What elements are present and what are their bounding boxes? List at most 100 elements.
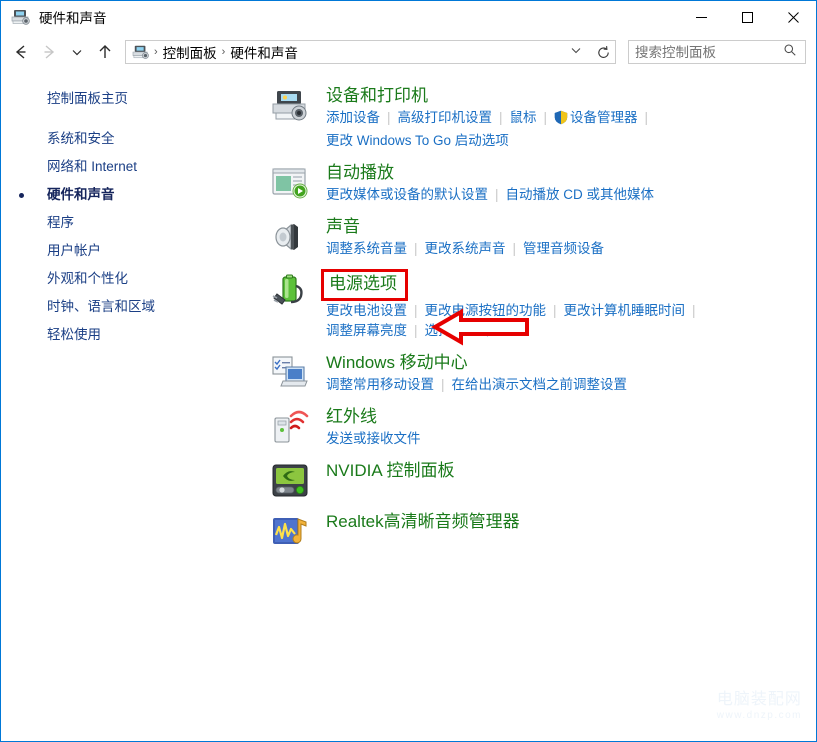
category-link[interactable]: 高级打印机设置: [398, 110, 493, 125]
navigation-bar: › 控制面板 › 硬件和声音: [1, 33, 816, 71]
category-title-row: 自动播放: [326, 161, 816, 185]
category-link[interactable]: 更改媒体或设备的默认设置: [326, 187, 488, 202]
sidebar-item-5[interactable]: 用户帐户: [1, 237, 266, 265]
category-body: 红外线发送或接收文件: [314, 405, 816, 449]
sidebar-item-8[interactable]: 轻松使用: [1, 321, 266, 349]
category-body: Windows 移动中心调整常用移动设置|在给出演示文档之前调整设置: [314, 351, 816, 395]
control-panel-window: 硬件和声音: [0, 0, 817, 742]
category-link[interactable]: 调整屏幕亮度: [326, 323, 407, 338]
category-link[interactable]: 更改计算机睡眠时间: [564, 303, 686, 318]
close-button[interactable]: [770, 1, 816, 33]
sidebar-item-control-panel-home[interactable]: 控制面板主页: [1, 85, 266, 125]
nvidia-icon[interactable]: [266, 459, 314, 500]
category-link[interactable]: 更改系统声音: [425, 241, 506, 256]
link-separator: |: [380, 110, 398, 125]
category-body: 设备和打印机添加设备|高级打印机设置|鼠标| 设备管理器| 更改 Windows …: [314, 84, 816, 151]
recent-locations-chevron-down-icon[interactable]: [63, 38, 91, 66]
category-title-devices-and-printers[interactable]: 设备和打印机: [326, 84, 428, 108]
watermark-url: www.dnzp.com: [717, 709, 802, 723]
sidebar-item-7[interactable]: 时钟、语言和区域: [1, 293, 266, 321]
link-separator: |: [407, 323, 425, 338]
category-realtek-hd-audio-manager: Realtek高清晰音频管理器: [266, 505, 816, 556]
address-chevron-down-icon[interactable]: [568, 43, 588, 61]
maximize-button[interactable]: [724, 1, 770, 33]
battery-plug-icon[interactable]: [266, 269, 314, 310]
category-link-row: 调整屏幕亮度|选择电源计划: [326, 321, 816, 341]
category-link-row: 添加设备|高级打印机设置|鼠标| 设备管理器|: [326, 108, 816, 131]
watermark-text: 电脑装配网: [717, 691, 802, 709]
category-body: 电源选项更改电池设置|更改电源按钮的功能|更改计算机睡眠时间|调整屏幕亮度|选择…: [314, 269, 816, 341]
category-link[interactable]: 设备管理器: [570, 110, 638, 125]
window-title: 硬件和声音: [39, 7, 107, 27]
watermark: 电脑装配网 www.dnzp.com: [717, 691, 802, 723]
infrared-icon[interactable]: [266, 405, 314, 446]
category-body: Realtek高清晰音频管理器: [314, 510, 816, 534]
category-title-nvidia-control-panel[interactable]: NVIDIA 控制面板: [326, 459, 454, 483]
category-link[interactable]: 自动播放 CD 或其他媒体: [506, 187, 655, 202]
category-link[interactable]: 发送或接收文件: [326, 431, 421, 446]
category-title-windows-mobility-center[interactable]: Windows 移动中心: [326, 351, 468, 375]
category-title-realtek-hd-audio-manager[interactable]: Realtek高清晰音频管理器: [326, 510, 520, 534]
category-windows-mobility-center: Windows 移动中心调整常用移动设置|在给出演示文档之前调整设置: [266, 346, 816, 400]
link-separator: |: [492, 110, 510, 125]
category-link[interactable]: 更改电池设置: [326, 303, 407, 318]
link-separator: |: [434, 377, 452, 392]
category-link[interactable]: 更改 Windows To Go 启动选项: [326, 133, 509, 148]
category-title-row: NVIDIA 控制面板: [326, 459, 816, 483]
link-separator: |: [506, 241, 524, 256]
sidebar: 控制面板主页 系统和安全网络和 Internet硬件和声音程序用户帐户外观和个性…: [1, 71, 266, 556]
sidebar-item-2[interactable]: 网络和 Internet: [1, 153, 266, 181]
speaker-icon[interactable]: [266, 215, 314, 256]
category-power-options: 电源选项更改电池设置|更改电源按钮的功能|更改计算机睡眠时间|调整屏幕亮度|选择…: [266, 264, 816, 346]
category-title-power-options[interactable]: 电源选项: [329, 272, 397, 296]
annotation-highlight-box: 电源选项: [321, 269, 408, 301]
laptop-checklist-icon[interactable]: [266, 351, 314, 392]
category-link[interactable]: 选择电源计划: [425, 323, 506, 338]
autoplay-icon[interactable]: [266, 161, 314, 202]
printer-camera-icon: [132, 44, 150, 60]
category-link[interactable]: 更改电源按钮的功能: [425, 303, 547, 318]
category-title-row: 声音: [326, 215, 816, 239]
category-link[interactable]: 管理音频设备: [523, 241, 604, 256]
search-input[interactable]: [629, 45, 781, 60]
category-link-row: 更改电池设置|更改电源按钮的功能|更改计算机睡眠时间|: [326, 301, 816, 321]
link-separator: |: [407, 241, 425, 256]
category-body: 自动播放更改媒体或设备的默认设置|自动播放 CD 或其他媒体: [314, 161, 816, 205]
sidebar-item-1[interactable]: 系统和安全: [1, 125, 266, 153]
minimize-button[interactable]: [678, 1, 724, 33]
printer-camera-icon[interactable]: [266, 84, 314, 125]
category-infrared: 红外线发送或接收文件: [266, 400, 816, 454]
search-icon[interactable]: [781, 43, 805, 62]
search-box[interactable]: [628, 40, 806, 64]
printer-camera-icon: [11, 8, 31, 26]
sidebar-items: 系统和安全网络和 Internet硬件和声音程序用户帐户外观和个性化时钟、语言和…: [1, 125, 266, 349]
category-body: 声音调整系统音量|更改系统声音|管理音频设备: [314, 215, 816, 259]
category-link[interactable]: 添加设备: [326, 110, 380, 125]
link-separator: |: [638, 110, 656, 125]
caption-buttons: [678, 1, 816, 33]
breadcrumb-control-panel[interactable]: 控制面板: [159, 42, 221, 62]
category-title-row: 电源选项: [326, 269, 816, 301]
category-title-sound[interactable]: 声音: [326, 215, 360, 239]
window-body: 控制面板主页 系统和安全网络和 Internet硬件和声音程序用户帐户外观和个性…: [1, 71, 816, 556]
category-title-row: 红外线: [326, 405, 816, 429]
category-link-row: 发送或接收文件: [326, 429, 816, 449]
category-title-autoplay[interactable]: 自动播放: [326, 161, 394, 185]
breadcrumb-hardware-and-sound[interactable]: 硬件和声音: [226, 42, 302, 62]
address-bar[interactable]: › 控制面板 › 硬件和声音: [125, 40, 593, 64]
link-separator: |: [488, 187, 506, 202]
category-link[interactable]: 在给出演示文档之前调整设置: [452, 377, 628, 392]
category-link[interactable]: 调整系统音量: [326, 241, 407, 256]
sidebar-item-4[interactable]: 程序: [1, 209, 266, 237]
sidebar-item-6[interactable]: 外观和个性化: [1, 265, 266, 293]
category-link-row: 更改媒体或设备的默认设置|自动播放 CD 或其他媒体: [326, 185, 816, 205]
up-arrow-icon[interactable]: [91, 38, 119, 66]
category-link[interactable]: 调整常用移动设置: [326, 377, 434, 392]
category-title-infrared[interactable]: 红外线: [326, 405, 377, 429]
title-bar: 硬件和声音: [1, 1, 816, 33]
realtek-audio-icon[interactable]: [266, 510, 314, 551]
refresh-button[interactable]: [592, 40, 616, 64]
sidebar-item-3[interactable]: 硬件和声音: [1, 181, 266, 209]
category-link[interactable]: 鼠标: [510, 110, 537, 125]
back-arrow-icon[interactable]: [7, 38, 35, 66]
